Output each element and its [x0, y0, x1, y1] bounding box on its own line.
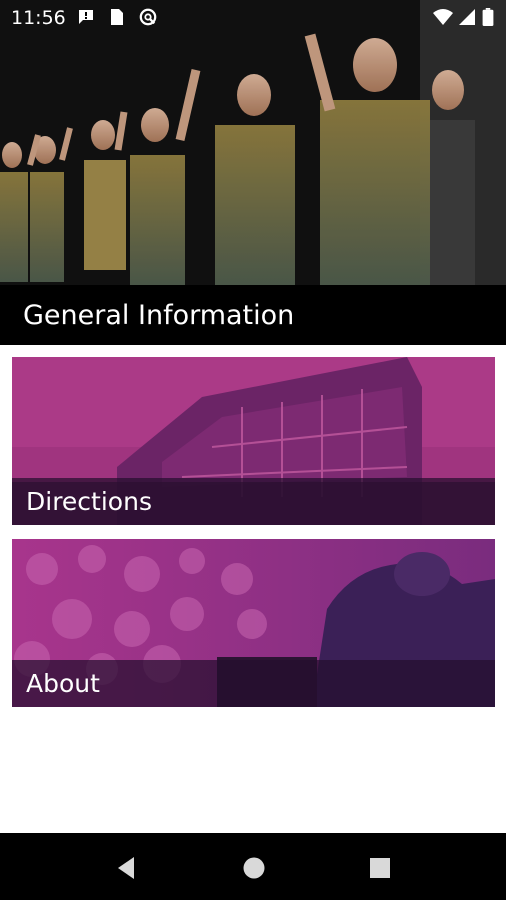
header-banner: General Information — [0, 0, 506, 345]
signal-icon — [459, 9, 475, 25]
back-icon[interactable] — [112, 853, 142, 883]
page-title: General Information — [23, 300, 295, 331]
navigation-bar — [0, 833, 506, 900]
performers-photo — [0, 0, 506, 285]
status-bar: 11:56 — [0, 0, 506, 34]
about-label: About — [26, 669, 100, 698]
battery-icon — [482, 8, 494, 26]
directions-card[interactable]: Directions — [12, 357, 495, 525]
sim-card-icon — [111, 9, 123, 25]
home-icon[interactable] — [239, 853, 269, 883]
wifi-icon — [433, 9, 453, 25]
about-card[interactable]: About — [12, 539, 495, 707]
message-icon — [79, 10, 93, 24]
directions-label: Directions — [26, 487, 152, 516]
sync-icon — [139, 8, 157, 26]
status-time: 11:56 — [11, 7, 66, 29]
recents-icon[interactable] — [365, 853, 395, 883]
